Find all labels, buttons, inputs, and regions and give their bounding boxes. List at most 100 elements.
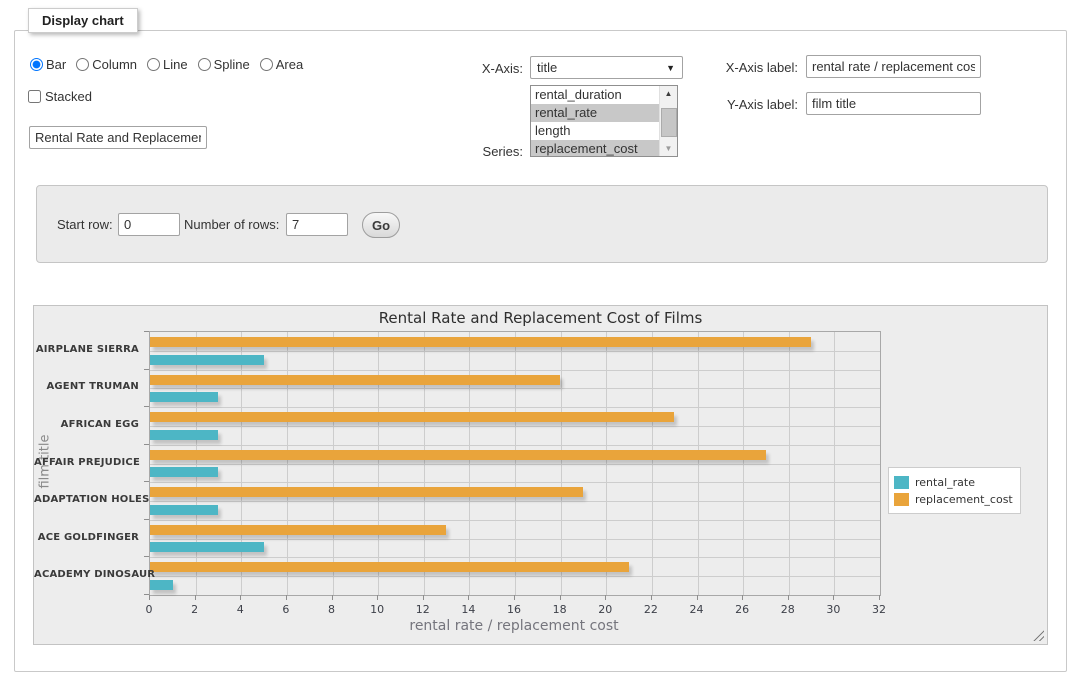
number-of-rows-input[interactable] xyxy=(286,213,348,236)
y-axis-tick xyxy=(144,406,149,407)
legend-item-replacement_cost: replacement_cost xyxy=(894,491,1013,507)
series-listbox[interactable]: rental_durationrental_ratelengthreplacem… xyxy=(530,85,678,157)
grid-line-horizontal xyxy=(150,445,880,446)
bar-rental-rate-0 xyxy=(150,355,264,365)
x-tick-label: 24 xyxy=(682,603,712,616)
category-label: AFRICAN EGG xyxy=(34,419,139,430)
grid-line-horizontal xyxy=(150,351,880,352)
y-axis-tick xyxy=(144,519,149,520)
x-tick-label: 10 xyxy=(362,603,392,616)
x-axis-tick xyxy=(560,595,561,600)
y-axis-label-input[interactable] xyxy=(806,92,981,115)
x-tick-label: 28 xyxy=(773,603,803,616)
series-option-rental_rate[interactable]: rental_rate xyxy=(531,104,677,122)
start-row-label: Start row: xyxy=(57,217,113,232)
radio-spline[interactable] xyxy=(198,58,211,71)
x-axis-tick xyxy=(286,595,287,600)
grid-line-horizontal xyxy=(150,426,880,427)
y-axis-label-label: Y-Axis label: xyxy=(710,97,798,112)
grid-line-horizontal xyxy=(150,501,880,502)
bar-rental-rate-5 xyxy=(150,542,264,552)
scrollbar-thumb[interactable] xyxy=(661,108,677,137)
chart-panel: Rental Rate and Replacement Cost of Film… xyxy=(33,305,1048,645)
y-axis-tick xyxy=(144,444,149,445)
resize-handle-icon[interactable] xyxy=(1033,630,1044,641)
radio-label: Line xyxy=(163,57,188,72)
x-axis-label-input[interactable] xyxy=(806,55,981,78)
x-axis-tick xyxy=(240,595,241,600)
x-axis-tick xyxy=(514,595,515,600)
x-tick-label: 30 xyxy=(818,603,848,616)
bar-rental-rate-6 xyxy=(150,580,173,590)
series-option-length[interactable]: length xyxy=(531,122,677,140)
x-tick-label: 18 xyxy=(545,603,575,616)
x-tick-label: 16 xyxy=(499,603,529,616)
category-label: AGENT TRUMAN xyxy=(34,381,139,392)
bar-replacement-cost-4 xyxy=(150,487,583,497)
x-tick-label: 2 xyxy=(180,603,210,616)
radio-line[interactable] xyxy=(147,58,160,71)
radio-area[interactable] xyxy=(260,58,273,71)
x-axis-tick xyxy=(879,595,880,600)
bar-rental-rate-3 xyxy=(150,467,218,477)
grid-line-horizontal xyxy=(150,407,880,408)
bar-replacement-cost-2 xyxy=(150,412,674,422)
grid-line-horizontal xyxy=(150,370,880,371)
radio-bar[interactable] xyxy=(30,58,43,71)
series-option-replacement_cost[interactable]: replacement_cost xyxy=(531,140,677,157)
grid-line-horizontal xyxy=(150,464,880,465)
x-axis-selected-value: title xyxy=(531,60,666,75)
scroll-down-icon[interactable]: ▼ xyxy=(660,141,677,156)
chart-type-option-bar[interactable]: Bar xyxy=(30,57,66,72)
x-axis-tick xyxy=(195,595,196,600)
x-axis-tick xyxy=(833,595,834,600)
x-tick-label: 6 xyxy=(271,603,301,616)
series-option-rental_duration[interactable]: rental_duration xyxy=(531,86,677,104)
y-axis-tick xyxy=(144,331,149,332)
radio-column[interactable] xyxy=(76,58,89,71)
bar-rental-rate-1 xyxy=(150,392,218,402)
x-tick-label: 4 xyxy=(225,603,255,616)
legend-item-rental_rate: rental_rate xyxy=(894,474,1013,490)
x-axis-title: rental rate / replacement cost xyxy=(149,618,879,634)
x-axis-tick xyxy=(788,595,789,600)
chart-type-option-spline[interactable]: Spline xyxy=(198,57,250,72)
x-axis-tick xyxy=(651,595,652,600)
bar-replacement-cost-0 xyxy=(150,337,811,347)
stacked-checkbox[interactable] xyxy=(28,90,41,103)
category-label: AFFAIR PREJUDICE xyxy=(34,457,139,468)
start-row-input[interactable] xyxy=(118,213,180,236)
bar-replacement-cost-5 xyxy=(150,525,446,535)
y-axis-tick xyxy=(144,369,149,370)
bar-rental-rate-4 xyxy=(150,505,218,515)
x-tick-label: 0 xyxy=(134,603,164,616)
x-axis-tick xyxy=(605,595,606,600)
chart-title-input[interactable] xyxy=(29,126,207,149)
stacked-option: Stacked xyxy=(28,89,92,104)
x-axis-tick xyxy=(377,595,378,600)
chart-type-option-column[interactable]: Column xyxy=(76,57,137,72)
x-axis-tick xyxy=(332,595,333,600)
legend-swatch xyxy=(894,493,909,506)
x-axis-tick xyxy=(149,595,150,600)
legend-swatch xyxy=(894,476,909,489)
chart-type-option-area[interactable]: Area xyxy=(260,57,303,72)
x-tick-label: 8 xyxy=(317,603,347,616)
x-axis-label-label: X-Axis label: xyxy=(710,60,798,75)
x-axis-select[interactable]: title ▼ xyxy=(530,56,683,79)
go-button[interactable]: Go xyxy=(362,212,400,238)
scrollbar[interactable]: ▲ ▼ xyxy=(659,86,677,156)
radio-label: Column xyxy=(92,57,137,72)
chart-type-option-line[interactable]: Line xyxy=(147,57,188,72)
radio-label: Spline xyxy=(214,57,250,72)
bar-replacement-cost-3 xyxy=(150,450,766,460)
y-axis-tick xyxy=(144,481,149,482)
series-label: Series: xyxy=(440,144,523,159)
bar-replacement-cost-6 xyxy=(150,562,629,572)
number-of-rows-label: Number of rows: xyxy=(184,217,279,232)
category-label: ADAPTATION HOLES xyxy=(34,494,139,505)
stacked-label: Stacked xyxy=(45,89,92,104)
x-tick-label: 26 xyxy=(727,603,757,616)
scroll-up-icon[interactable]: ▲ xyxy=(660,86,677,101)
grid-line-horizontal xyxy=(150,388,880,389)
